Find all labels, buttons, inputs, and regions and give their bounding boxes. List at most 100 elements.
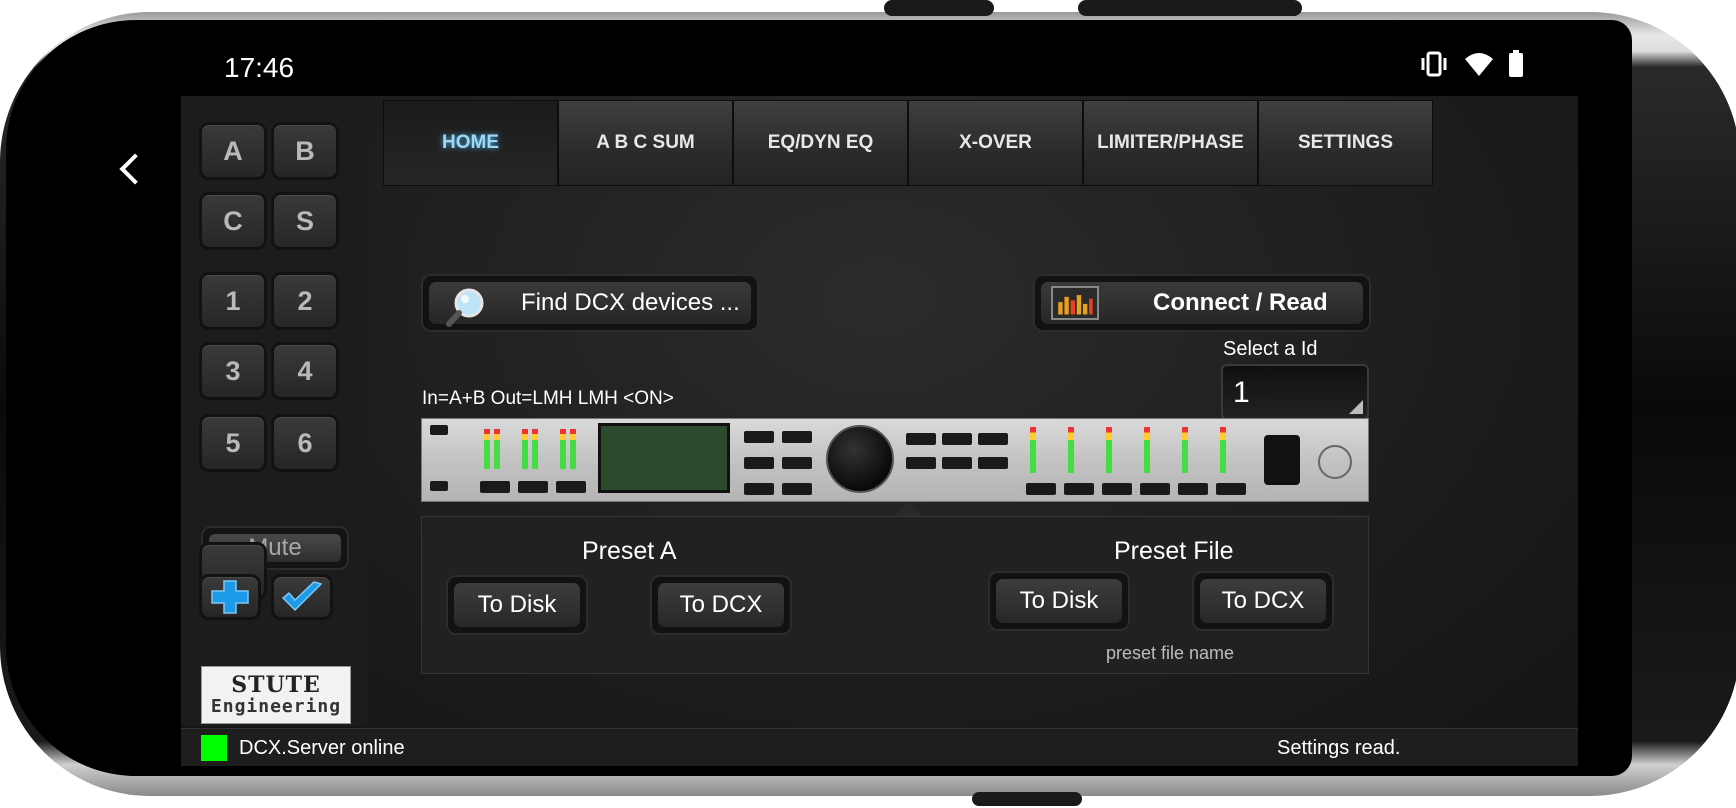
output-meter (1182, 427, 1188, 473)
output-button-4[interactable]: 4 (271, 342, 339, 400)
panel-key (782, 431, 812, 443)
server-status-text: DCX.Server online (239, 737, 405, 759)
data-wheel-knob (826, 425, 894, 493)
logo-line1: STUTE (231, 672, 321, 698)
add-button[interactable] (199, 574, 261, 620)
back-chevron-icon[interactable] (119, 153, 151, 185)
panel-key (744, 457, 774, 469)
panel-key (942, 433, 972, 445)
vibrate-icon (1421, 51, 1447, 77)
tab-settings[interactable]: SETTINGS (1258, 100, 1433, 186)
preset-file-to-dcx-button[interactable]: To DCX (1192, 571, 1334, 631)
preset-panel: Preset A To Disk To DCX Preset File To D… (421, 516, 1369, 674)
equalizer-icon (1051, 286, 1099, 320)
channel-button-c[interactable]: C (199, 192, 267, 250)
panel-key (480, 481, 510, 493)
panel-key (1064, 483, 1094, 495)
channel-button-a[interactable]: A (199, 122, 267, 180)
panel-key (1026, 483, 1056, 495)
input-meter (522, 429, 528, 469)
tab-abc-sum[interactable]: A B C SUM (558, 100, 733, 186)
output-button-5[interactable]: 5 (199, 414, 267, 472)
input-meter (532, 429, 538, 469)
phone-volume-button (884, 0, 994, 16)
stute-engineering-logo: STUTE Engineering (201, 666, 351, 724)
connect-read-button[interactable]: Connect / Read (1033, 274, 1371, 332)
left-sidebar: A B C S 1 2 3 4 5 6 Mute STUTE Engineeri… (181, 96, 367, 726)
panel-key (1140, 483, 1170, 495)
panel-pointer (895, 502, 923, 516)
panel-key (744, 431, 774, 443)
power-switch (1264, 435, 1300, 485)
output-meter (1220, 427, 1226, 473)
panel-key (978, 457, 1008, 469)
confirm-button[interactable] (271, 574, 333, 620)
lcd-display (598, 423, 730, 493)
resize-corner-icon (1349, 400, 1363, 414)
phone-power-button (1078, 0, 1302, 16)
panel-key (906, 457, 936, 469)
plus-icon (211, 580, 249, 614)
connect-read-label: Connect / Read (1153, 289, 1328, 316)
preset-a-to-dcx-button[interactable]: To DCX (650, 575, 792, 635)
tab-home[interactable]: HOME (383, 100, 558, 186)
dcx2496-front-panel-image (421, 418, 1369, 502)
behringer-logo-icon (1318, 445, 1352, 479)
preset-a-title: Preset A (582, 537, 677, 565)
output-meter (1030, 427, 1036, 473)
preset-file-to-disk-label: To Disk (996, 579, 1122, 623)
find-devices-label: Find DCX devices ... (521, 289, 740, 316)
id-value: 1 (1233, 376, 1250, 409)
select-id-label: Select a Id (1223, 338, 1318, 360)
routing-status: In=A+B Out=LMH LMH <ON> (422, 388, 674, 409)
tab-eq-dyn-eq[interactable]: EQ/DYN EQ (733, 100, 908, 186)
output-button-6[interactable]: 6 (271, 414, 339, 472)
panel-key (430, 425, 448, 435)
preset-file-title: Preset File (1114, 537, 1234, 565)
panel-key (1102, 483, 1132, 495)
output-button-1[interactable]: 1 (199, 272, 267, 330)
panel-key (978, 433, 1008, 445)
phone-bottom-button (972, 792, 1082, 806)
device-screen: 17:46 A B C S 1 2 3 4 5 6 Mute STUTE Eng… (88, 40, 1618, 766)
preset-file-to-dcx-label: To DCX (1200, 579, 1326, 623)
output-button-2[interactable]: 2 (271, 272, 339, 330)
checkmark-icon (281, 581, 323, 612)
logo-line2: Engineering (210, 696, 342, 717)
wifi-icon (1465, 53, 1493, 76)
output-meter (1106, 427, 1112, 473)
panel-key (782, 457, 812, 469)
preset-a-to-dcx-label: To DCX (658, 583, 784, 627)
preset-file-name-label: preset file name (1106, 643, 1235, 663)
server-status-led (201, 735, 227, 761)
panel-key (782, 483, 812, 495)
status-icons (1418, 50, 1524, 78)
battery-icon (1509, 50, 1523, 77)
magnifier-icon (446, 288, 484, 327)
panel-key (1216, 483, 1246, 495)
output-button-3[interactable]: 3 (199, 342, 267, 400)
tab-limiter-phase[interactable]: LIMITER/PHASE (1083, 100, 1258, 186)
input-meter (494, 429, 500, 469)
tab-x-over[interactable]: X-OVER (908, 100, 1083, 186)
input-meter (484, 429, 490, 469)
panel-key (906, 433, 936, 445)
preset-a-to-disk-label: To Disk (454, 583, 580, 627)
panel-key (1178, 483, 1208, 495)
tab-bar: HOME A B C SUM EQ/DYN EQ X-OVER LIMITER/… (383, 100, 1433, 186)
preset-a-to-disk-button[interactable]: To Disk (446, 575, 588, 635)
panel-key (942, 457, 972, 469)
find-devices-button[interactable]: Find DCX devices ... (421, 274, 759, 332)
input-meter (570, 429, 576, 469)
panel-key (430, 481, 448, 491)
id-input[interactable]: 1 (1221, 364, 1369, 420)
panel-key (744, 483, 774, 495)
settings-status-text: Settings read. (1277, 737, 1401, 759)
panel-key (556, 481, 586, 493)
channel-button-b[interactable]: B (271, 122, 339, 180)
panel-key (518, 481, 548, 493)
preset-file-to-disk-button[interactable]: To Disk (988, 571, 1130, 631)
channel-button-s[interactable]: S (271, 192, 339, 250)
output-meter (1068, 427, 1074, 473)
clock: 17:46 (224, 52, 295, 83)
